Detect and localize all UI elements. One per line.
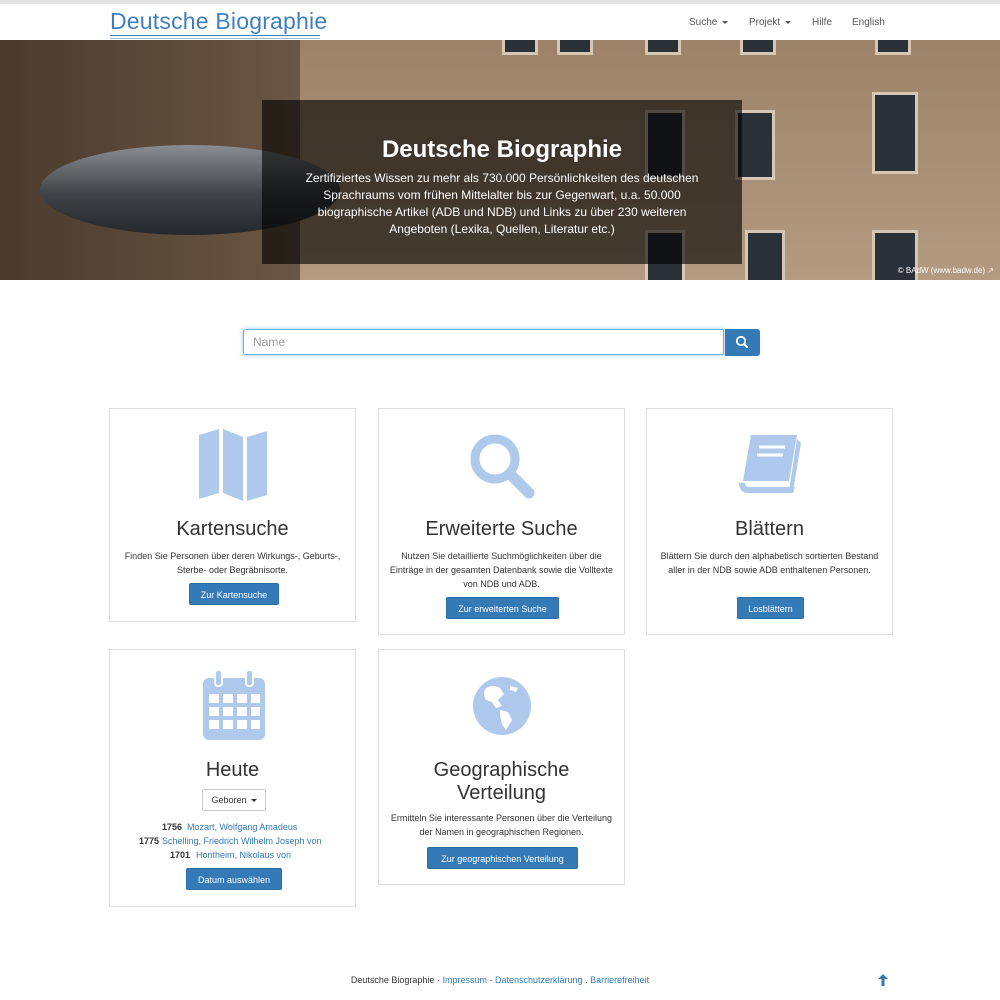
nav-suche[interactable]: Suche [689,17,729,28]
arrow-up-icon [878,974,888,986]
footer: Deutsche Biographie · Impressum · Datens… [0,975,1000,985]
calendar-icon [203,670,265,740]
caret-down-icon [785,20,792,24]
window [740,40,776,55]
card-title: Erweiterte Suche [425,518,578,540]
card-kartensuche: Kartensuche Finden Sie Personen über der… [109,408,356,622]
footer-datenschutz-link[interactable]: Datenschutzerklärung [495,975,583,985]
map-icon [199,429,267,501]
window [645,40,681,55]
card-heute: Heute Geboren 1756 Mozart, Wolfgang Amad… [109,649,356,907]
card-description: Finden Sie Personen über deren Wirkungs-… [124,551,341,575]
footer-separator: · [436,975,440,985]
window [872,92,918,174]
card-geographische-verteilung: Geographische Verteilung Ermitteln Sie i… [378,649,625,885]
search-button[interactable] [725,329,760,356]
person-link[interactable]: Hontheim, Nikolaus von [196,848,291,862]
window [557,40,593,55]
hero-description: Zertifiziertes Wissen zu mehr als 730.00… [305,171,699,236]
card-description: Ermitteln Sie interessante Personen über… [390,813,613,837]
caret-down-icon [250,799,257,803]
window [502,40,538,55]
card-title: Heute [205,759,260,781]
geographische-verteilung-button[interactable]: Zur geographischen Verteilung [427,847,578,869]
birth-year: 1701 [169,850,190,860]
hero-banner: Deutsche Biographie Zertifiziertes Wisse… [0,40,1000,280]
search-input[interactable] [243,329,724,355]
card-title: Geographische Verteilung [379,759,624,805]
footer-dot: . [585,975,588,985]
geboren-dropdown-label: Geboren [211,795,247,805]
site-logo[interactable]: Deutsche Biographie [110,8,327,35]
nav-suche-label: Suche [689,17,718,28]
footer-separator: · [489,975,493,985]
card-title: Blättern [735,518,804,540]
search-icon [735,335,748,348]
window [875,40,911,55]
footer-brand: Deutsche Biographie [350,975,435,985]
person-link[interactable]: Mozart, Wolfgang Amadeus [187,820,297,834]
image-credit[interactable]: © BAdW (www.badw.de) ↗ [898,266,994,275]
caret-down-icon [722,20,729,24]
nav-projekt-label: Projekt [749,17,781,28]
logo-underline [110,35,320,39]
image-credit-label: © BAdW (www.badw.de) [897,266,986,275]
footer-barrierefreiheit-link[interactable]: Barrierefreiheit [590,975,649,985]
window [745,230,785,280]
card-title-line2: Verteilung [457,782,546,804]
card-description: Blättern Sie durch den alphabetisch sort… [660,551,879,575]
hero-title: Deutsche Biographie [381,136,623,163]
back-to-top-button[interactable] [878,974,888,989]
navbar: Deutsche Biographie Suche Projekt Hilfe … [0,4,1000,40]
book-icon [739,435,801,493]
card-title-line1: Geographische [433,759,570,781]
footer-impressum-link[interactable]: Impressum [442,975,487,985]
person-link[interactable]: Schelling, Friedrich Wilhelm Joseph von [162,834,322,848]
geboren-dropdown[interactable]: Geboren [202,789,266,811]
globe-icon [473,677,531,735]
search-icon [470,434,535,499]
nav-english[interactable]: English [852,17,885,28]
birth-year: 1756 [161,822,182,832]
card-description: Nutzen Sie detaillierte Suchmöglichkeite… [389,551,614,589]
datum-auswaehlen-button[interactable]: Datum auswählen [186,868,282,890]
nav-projekt[interactable]: Projekt [749,17,792,28]
card-erweiterte-suche: Erweiterte Suche Nutzen Sie detaillierte… [378,408,625,635]
losblaettern-button[interactable]: Losblättern [737,597,804,619]
kartensuche-button[interactable]: Zur Kartensuche [189,583,279,605]
birth-year: 1775 [138,836,159,846]
card-title: Kartensuche [176,518,289,540]
nav-hilfe[interactable]: Hilfe [812,17,832,28]
card-blaettern: Blättern Blättern Sie durch den alphabet… [646,408,893,635]
external-link-icon: ↗ [987,266,994,275]
erweiterte-suche-button[interactable]: Zur erweiterten Suche [446,597,559,619]
